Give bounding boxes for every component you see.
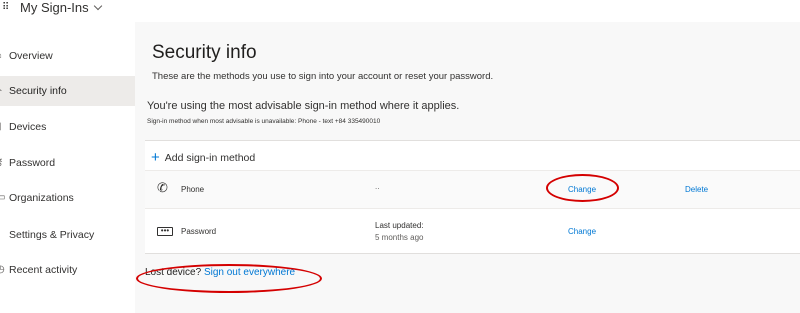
sidebar-item-label: Devices (9, 121, 47, 133)
method-name: Phone (181, 185, 205, 194)
method-row-password: ••• Password Last updated: 5 months ago … (145, 208, 800, 253)
last-updated-value: 5 months ago (375, 233, 424, 242)
sidebar-item-recent-activity[interactable]: ◷ Recent activity (0, 255, 135, 285)
sign-out-everywhere-link[interactable]: Sign out everywhere (204, 267, 295, 278)
sidebar-item-overview[interactable]: ⌂ Overview (0, 41, 135, 71)
add-sign-in-method-button[interactable]: + Add sign-in method (151, 146, 255, 168)
lock-icon: ▫ (0, 220, 4, 250)
sign-in-methods-card: + Add sign-in method ✆ Phone .. Change De… (145, 140, 800, 254)
change-phone-link[interactable]: Change (568, 185, 596, 194)
security-icon: ⌁ (0, 76, 4, 106)
page-title: Security info (152, 42, 257, 63)
devices-icon: ▯ (0, 112, 4, 142)
lost-device-line: Lost device? Sign out everywhere (145, 267, 295, 278)
app-launcher-icon[interactable]: ⠿ (2, 2, 10, 14)
default-method-note: Sign-in method when most advisable is un… (147, 118, 381, 125)
app-title: My Sign-Ins (20, 0, 89, 15)
lost-device-label: Lost device? (145, 267, 202, 278)
sidebar: ⌂ Overview ⌁ Security info ▯ Devices ⚷ P… (0, 22, 135, 313)
plus-icon: + (151, 149, 160, 166)
password-dots-icon: ••• (157, 227, 173, 236)
chevron-down-icon (93, 1, 102, 11)
sidebar-item-label: Password (9, 157, 56, 169)
last-updated-label: Last updated: (375, 221, 424, 230)
organization-icon: ▭ (0, 192, 6, 203)
key-icon: ⚷ (0, 148, 4, 178)
sidebar-item-label: Settings & Privacy (9, 229, 95, 241)
sidebar-item-settings-privacy[interactable]: ▫ Settings & Privacy (0, 220, 135, 250)
sidebar-item-devices[interactable]: ▯ Devices (0, 112, 135, 142)
app-switcher[interactable]: My Sign-Ins (20, 0, 102, 16)
method-name: Password (181, 227, 217, 236)
sidebar-item-password[interactable]: ⚷ Password (0, 148, 135, 178)
overview-icon: ⌂ (0, 41, 4, 71)
method-detail: .. (375, 182, 380, 191)
sidebar-item-label: Organizations (9, 192, 74, 204)
sidebar-item-security-info[interactable]: ⌁ Security info (0, 76, 135, 106)
sidebar-item-label: Security info (9, 85, 67, 97)
sidebar-item-label: Recent activity (9, 264, 78, 276)
delete-phone-link[interactable]: Delete (685, 185, 708, 194)
top-bar: ⠿ My Sign-Ins (0, 0, 800, 18)
add-sign-in-method-label: Add sign-in method (164, 152, 256, 164)
sidebar-item-label: Overview (9, 50, 53, 62)
main-content: Security info These are the methods you … (135, 22, 800, 313)
method-row-phone: ✆ Phone .. Change Delete (145, 170, 800, 209)
clock-icon: ◷ (0, 264, 5, 275)
sidebar-item-organizations[interactable]: ▭ Organizations (0, 183, 135, 213)
phone-icon: ✆ (157, 180, 168, 195)
change-password-link[interactable]: Change (568, 227, 596, 236)
page-subtitle: These are the methods you use to sign in… (152, 71, 494, 82)
advisable-message: You're using the most advisable sign-in … (147, 100, 460, 112)
